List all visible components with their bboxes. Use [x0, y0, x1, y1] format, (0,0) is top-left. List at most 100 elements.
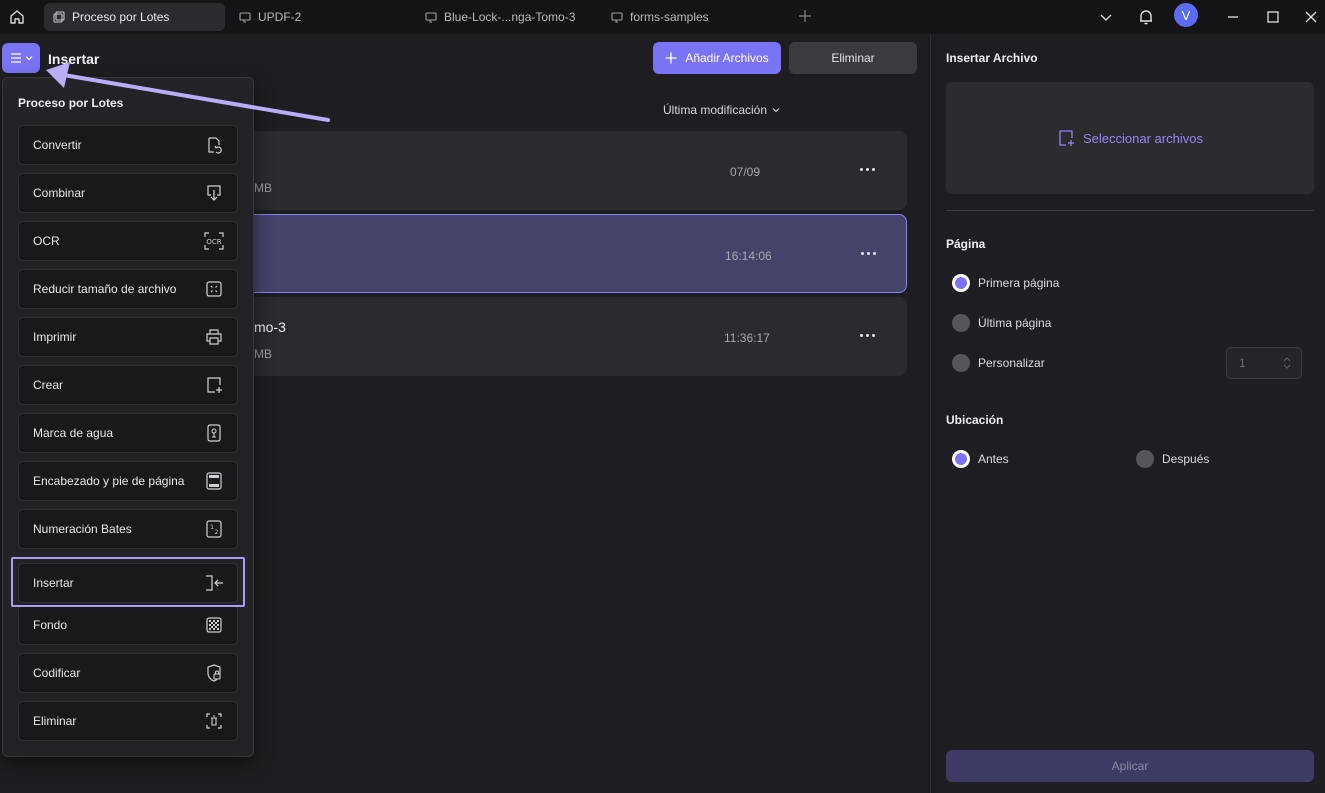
radio-label: Primera página	[978, 276, 1060, 290]
menu-item-ocr[interactable]: OCR OCR	[18, 221, 238, 261]
file-time: 16:14:06	[725, 249, 772, 263]
tab-blue-lock[interactable]: Blue-Lock-...nga-Tomo-3	[416, 3, 596, 31]
radio-dot	[952, 314, 970, 332]
tab-label: forms-samples	[630, 10, 709, 24]
tab-forms-samples[interactable]: forms-samples	[602, 3, 782, 31]
location-section-title: Ubicación	[946, 413, 1004, 427]
menu-item-numeracion-bates[interactable]: Numeración Bates 12	[18, 509, 238, 549]
svg-text:OCR: OCR	[206, 238, 221, 246]
header-footer-icon	[203, 470, 225, 492]
radio-dot	[952, 450, 970, 468]
highlight-box-insertar	[11, 557, 245, 607]
radio-dot	[952, 354, 970, 372]
radio-dot	[952, 274, 970, 292]
menu-item-combinar[interactable]: Combinar	[18, 173, 238, 213]
insert-settings-panel: Insertar Archivo Seleccionar archivos Pá…	[930, 34, 1325, 793]
svg-text:1: 1	[210, 524, 214, 531]
radio-label: Antes	[978, 452, 1009, 466]
ocr-icon: OCR	[203, 230, 225, 252]
print-icon	[203, 326, 225, 348]
menu-item-label: OCR	[33, 234, 60, 248]
menu-item-label: Crear	[33, 378, 64, 392]
tab-updf-2[interactable]: UPDF-2	[230, 3, 410, 31]
add-files-button[interactable]: Añadir Archivos	[653, 42, 781, 74]
more-options-icon[interactable]	[857, 159, 877, 179]
home-icon[interactable]	[6, 6, 28, 28]
close-icon[interactable]	[1299, 5, 1323, 29]
menu-item-encabezado[interactable]: Encabezado y pie de página	[18, 461, 238, 501]
radio-antes[interactable]: Antes	[952, 450, 1009, 468]
page-title: Insertar	[48, 51, 100, 67]
custom-page-stepper[interactable]: 1	[1226, 347, 1302, 379]
stepper-value: 1	[1239, 356, 1246, 370]
document-icon	[611, 12, 623, 23]
more-options-icon[interactable]	[857, 325, 877, 345]
menu-item-label: Combinar	[33, 186, 86, 200]
batch-process-menu: Proceso por Lotes Convertir Combinar OCR…	[2, 77, 254, 757]
menu-item-convertir[interactable]: Convertir	[18, 125, 238, 165]
menu-title: Proceso por Lotes	[18, 96, 124, 110]
menu-item-reducir[interactable]: Reducir tamaño de archivo	[18, 269, 238, 309]
select-files-label: Seleccionar archivos	[1083, 130, 1203, 146]
radio-label: Última página	[978, 316, 1052, 330]
document-icon	[239, 12, 251, 23]
menu-item-fondo[interactable]: Fondo	[18, 605, 238, 645]
menu-item-label: Fondo	[33, 618, 68, 632]
title-bar: Proceso por Lotes UPDF-2 Blue-Lock-...ng…	[0, 0, 1325, 34]
menu-item-codificar[interactable]: Codificar	[18, 653, 238, 693]
menu-item-marca-de-agua[interactable]: Marca de agua	[18, 413, 238, 453]
batch-menu-button[interactable]	[2, 43, 40, 73]
select-files-dropzone[interactable]: Seleccionar archivos	[946, 82, 1314, 194]
bell-icon[interactable]	[1134, 5, 1158, 29]
menu-item-label: Convertir	[33, 138, 82, 152]
new-tab-plus-icon[interactable]	[795, 6, 815, 26]
add-files-label: Añadir Archivos	[685, 51, 769, 65]
file-size: MB	[254, 347, 272, 361]
sort-dropdown[interactable]: Última modificación	[663, 103, 780, 117]
maximize-icon[interactable]	[1261, 5, 1285, 29]
more-options-icon[interactable]	[858, 243, 878, 263]
watermark-icon	[203, 422, 225, 444]
delete-pages-icon	[203, 710, 225, 732]
radio-primera-pagina[interactable]: Primera página	[952, 274, 1059, 292]
avatar[interactable]: V	[1174, 3, 1198, 27]
file-size: MB	[254, 181, 272, 195]
chevron-down-icon[interactable]	[1094, 5, 1118, 29]
tab-label: Proceso por Lotes	[72, 10, 170, 24]
file-time: 11:36:17	[724, 331, 770, 345]
radio-ultima-pagina[interactable]: Última página	[952, 314, 1051, 332]
batch-icon	[53, 11, 65, 23]
svg-text:2: 2	[215, 529, 219, 536]
create-icon	[203, 374, 225, 396]
radio-label: Personalizar	[978, 356, 1045, 370]
divider	[946, 210, 1314, 211]
radio-personalizar[interactable]: Personalizar	[952, 354, 1045, 372]
menu-item-imprimir[interactable]: Imprimir	[18, 317, 238, 357]
apply-button[interactable]: Aplicar	[946, 750, 1314, 782]
bates-icon: 12	[203, 518, 225, 540]
menu-item-label: Encabezado y pie de página	[33, 474, 185, 488]
chevron-down-icon	[772, 108, 780, 113]
tab-label: Blue-Lock-...nga-Tomo-3	[444, 10, 576, 24]
radio-label: Después	[1162, 452, 1210, 466]
menu-item-label: Numeración Bates	[33, 522, 132, 536]
tab-proceso-por-lotes[interactable]: Proceso por Lotes	[44, 3, 225, 31]
file-card[interactable]: mo-3 MB 11:36:17	[240, 297, 907, 376]
chevron-down-icon	[25, 56, 32, 61]
menu-item-eliminar[interactable]: Eliminar	[18, 701, 238, 741]
delete-button[interactable]: Eliminar	[789, 42, 917, 74]
menu-item-crear[interactable]: Crear	[18, 365, 238, 405]
menu-item-label: Reducir tamaño de archivo	[33, 282, 177, 296]
radio-despues[interactable]: Después	[1136, 450, 1209, 468]
encrypt-icon	[203, 662, 225, 684]
file-card[interactable]: MB 07/09	[240, 131, 907, 210]
minimize-icon[interactable]	[1221, 5, 1245, 29]
document-icon	[425, 12, 437, 23]
hamburger-icon	[10, 53, 21, 63]
menu-item-label: Eliminar	[33, 714, 77, 728]
menu-item-label: Imprimir	[33, 330, 77, 344]
radio-dot	[1136, 450, 1154, 468]
file-card-selected[interactable]: 16:14:06	[240, 214, 907, 293]
stepper-arrows-icon[interactable]	[1283, 356, 1291, 370]
compress-icon	[203, 278, 225, 300]
